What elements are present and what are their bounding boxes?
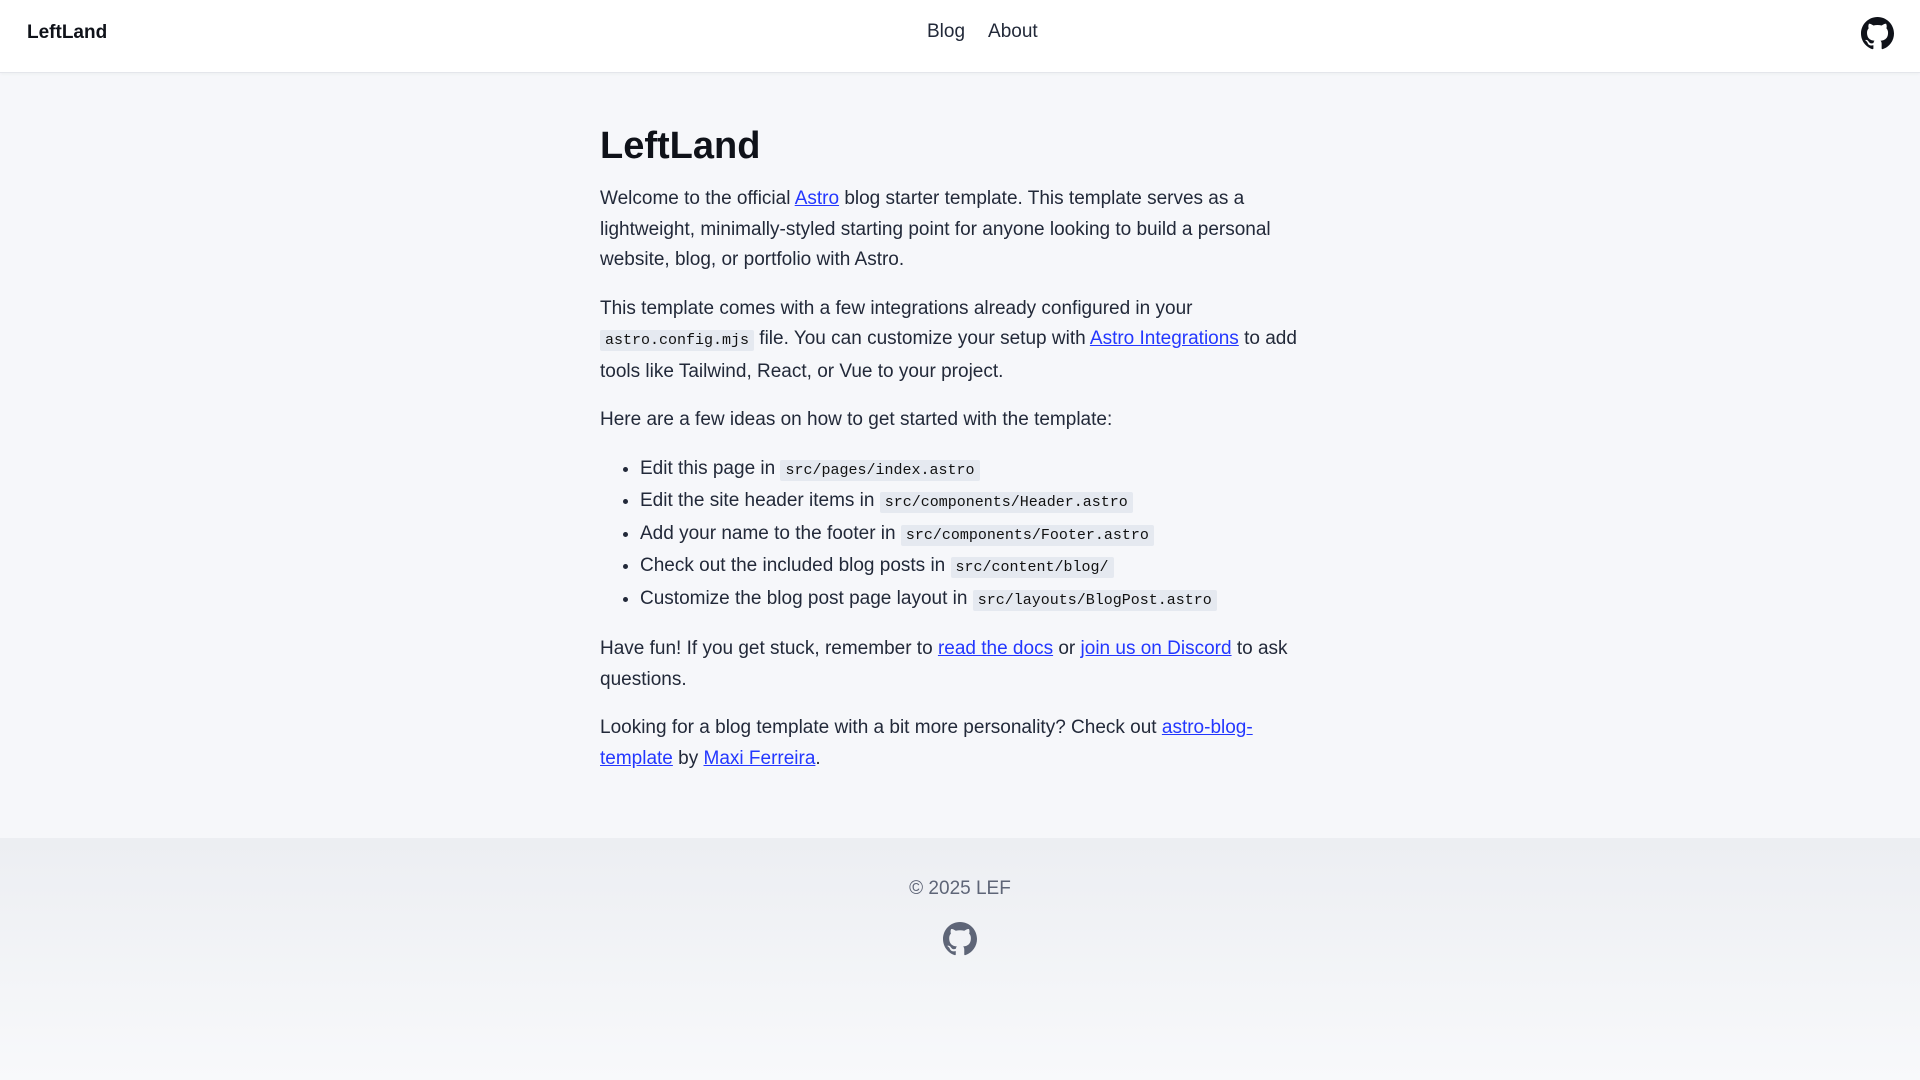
- site-header: LeftLand Blog About: [0, 0, 1920, 73]
- github-icon[interactable]: [1861, 17, 1894, 50]
- site-footer: © 2025 LEF: [0, 838, 1920, 1080]
- list-item: Add your name to the footer in src/compo…: [640, 519, 1320, 552]
- main-nav: Blog About: [927, 21, 1038, 43]
- list-item-code: src/components/Footer.astro: [900, 524, 1154, 546]
- list-item-code: src/layouts/BlogPost.astro: [972, 589, 1217, 611]
- list-item-text: Add your name to the footer in: [640, 522, 901, 544]
- help-paragraph: Have fun! If you get stuck, remember to …: [600, 634, 1320, 695]
- list-item-code: src/components/Header.astro: [879, 492, 1133, 513]
- personality-paragraph: Looking for a blog template with a bit m…: [600, 713, 1320, 774]
- personality-text-before: Looking for a blog template with a bit m…: [600, 717, 1162, 738]
- personality-text-after: .: [815, 747, 821, 769]
- config-file-code: astro.config.mjs: [600, 330, 755, 351]
- ideas-list: Edit this page in src/pages/index.astro …: [600, 454, 1320, 617]
- list-item-text: Check out the included blog posts in: [640, 555, 951, 576]
- personality-text-middle: by: [672, 747, 704, 769]
- github-icon[interactable]: [943, 922, 977, 956]
- maxi-ferreira-link[interactable]: Maxi Ferreira: [704, 748, 816, 769]
- ideas-intro-paragraph: Here are a few ideas on how to get start…: [600, 409, 1113, 430]
- list-item-text: Edit this page in: [640, 457, 781, 479]
- help-text-before: Have fun! If you get stuck, remember to: [600, 638, 938, 659]
- list-item-text: Customize the blog post page layout in: [640, 587, 973, 609]
- help-text-middle: or: [1053, 638, 1081, 659]
- nav-link-about[interactable]: About: [988, 21, 1038, 43]
- list-item-code: src/content/blog/: [950, 557, 1114, 578]
- intro-text-before: Welcome to the official: [600, 188, 795, 209]
- discord-link[interactable]: join us on Discord: [1081, 638, 1232, 659]
- integrations-text-middle: file. You can customize your setup with: [754, 328, 1090, 349]
- list-item: Check out the included blog posts in src…: [640, 551, 1320, 584]
- list-item: Edit this page in src/pages/index.astro: [640, 454, 1320, 487]
- astro-link[interactable]: Astro: [795, 188, 839, 209]
- list-item-code: src/pages/index.astro: [780, 459, 980, 481]
- integrations-text-before: This template comes with a few integrati…: [600, 297, 1193, 319]
- page-title: LeftLand: [600, 125, 761, 167]
- integrations-paragraph: This template comes with a few integrati…: [600, 294, 1320, 388]
- site-title-link[interactable]: LeftLand: [27, 22, 107, 44]
- list-item: Edit the site header items in src/compon…: [640, 486, 1320, 519]
- list-item: Customize the blog post page layout in s…: [640, 584, 1320, 617]
- intro-paragraph: Welcome to the official Astro blog start…: [600, 184, 1320, 276]
- main-content: LeftLand Welcome to the official Astro b…: [600, 120, 1320, 792]
- read-docs-link[interactable]: read the docs: [938, 638, 1053, 659]
- copyright-text: © 2025 LEF: [909, 878, 1011, 899]
- list-item-text: Edit the site header items in: [640, 490, 880, 511]
- astro-integrations-link[interactable]: Astro Integrations: [1090, 328, 1239, 349]
- nav-link-blog[interactable]: Blog: [927, 21, 965, 43]
